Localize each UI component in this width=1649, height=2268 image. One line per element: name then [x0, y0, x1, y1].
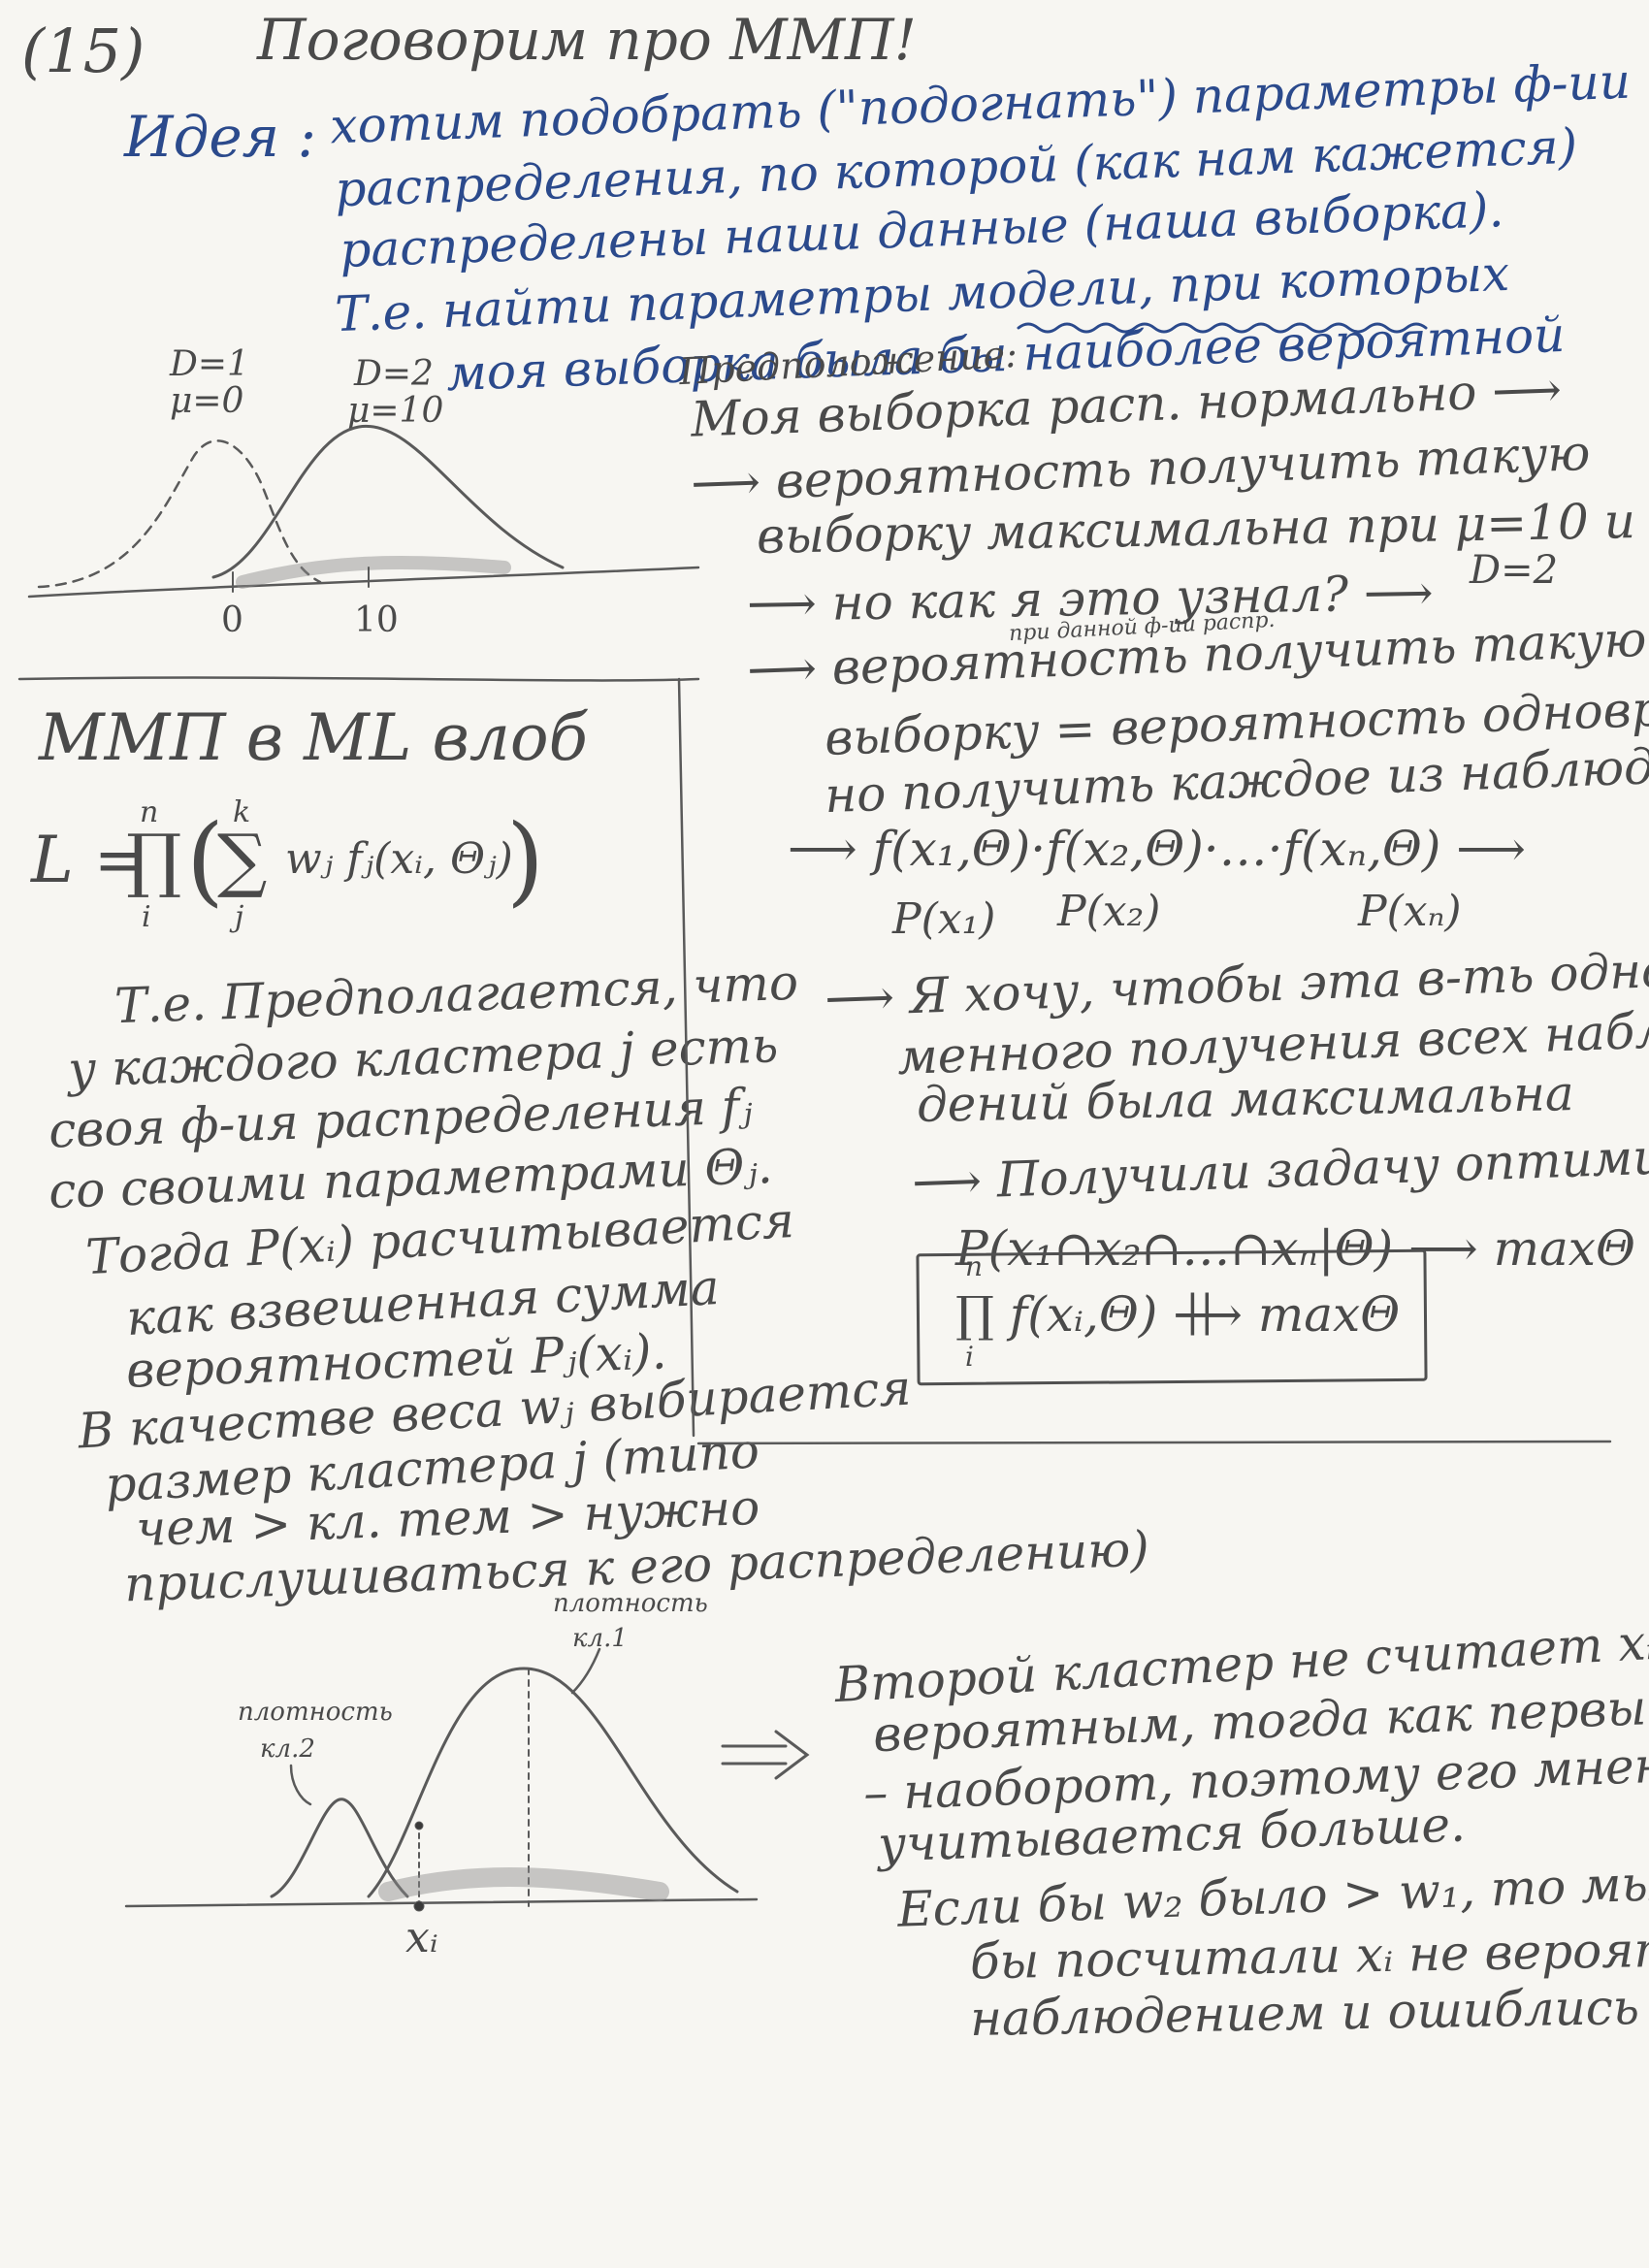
top-plot-baseline [27, 566, 700, 599]
bottom-plot-sample-cloud [378, 1867, 669, 1901]
density1-pointer [570, 1647, 601, 1695]
separator-horizontal-2 [696, 1440, 1612, 1446]
sketch-layer [17, 322, 1612, 1912]
top-plot-curve2 [211, 424, 565, 579]
implication-arrow [721, 1730, 810, 1780]
bottom-plot-curve-point [414, 1821, 424, 1831]
density2-pointer [289, 1764, 312, 1806]
separator-vertical [677, 677, 695, 1438]
bottom-plot-curve-cluster1 [367, 1667, 739, 1898]
top-plot-sample-cloud [236, 556, 511, 589]
wavy-underline [1017, 322, 1428, 334]
bottom-plot-xi-point [413, 1900, 425, 1912]
separator-horizontal-1 [17, 676, 700, 682]
